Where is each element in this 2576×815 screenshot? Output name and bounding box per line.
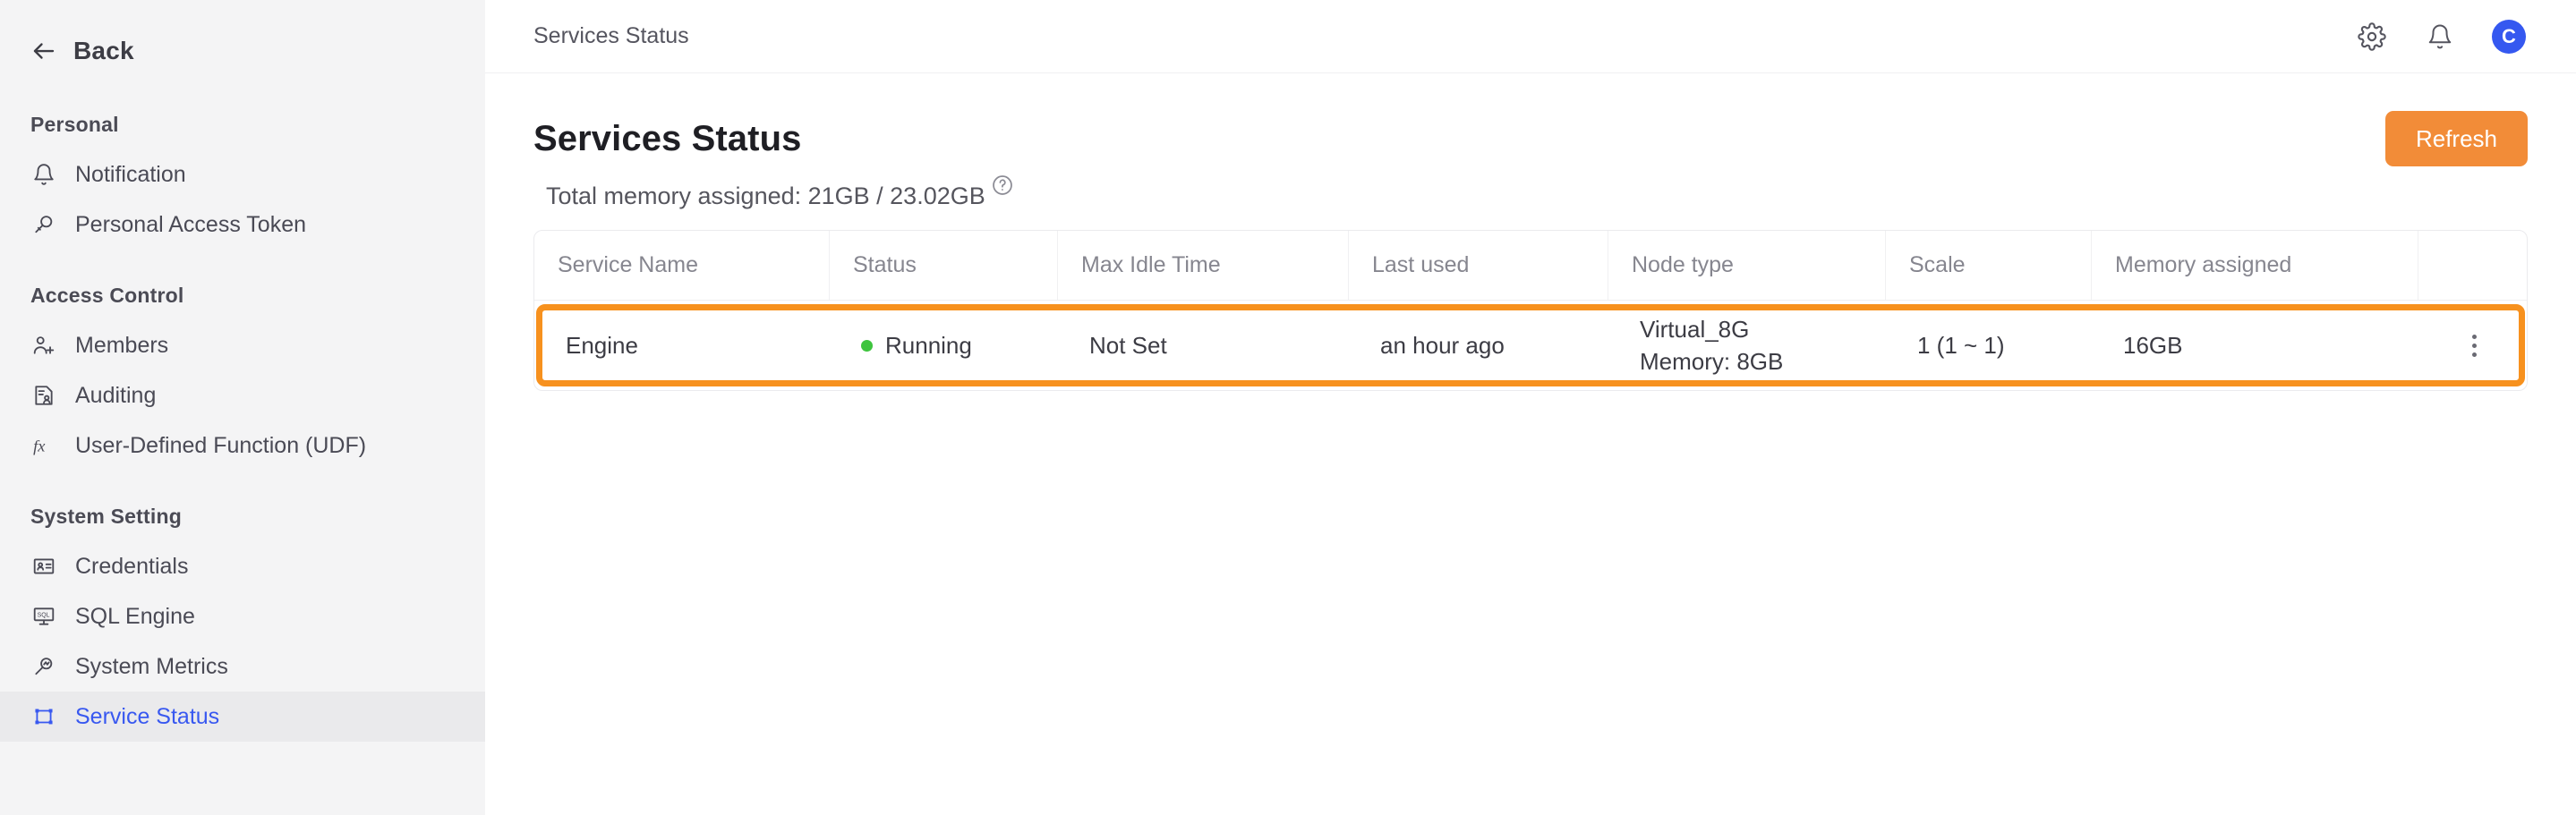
cell-node-type: Virtual_8G Memory: 8GB [1616,310,1894,380]
sidebar-item-label: Members [75,332,169,358]
sql-monitor-icon: SQL [30,603,57,630]
back-label: Back [73,37,134,64]
sidebar-item-members[interactable]: Members [0,320,485,370]
more-options-icon[interactable] [2467,329,2482,362]
sidebar-item-label: Notification [75,161,186,187]
cell-scale: 1 (1 ~ 1) [1917,331,2005,359]
column-header-status: Status [830,231,1058,300]
status-label: Running [885,331,972,359]
memory-summary: Total memory assigned: 21GB / 23.02GB [533,175,2528,210]
sidebar-item-label: Credentials [75,553,189,579]
main-area: Services Status C Services Status Refres… [485,0,2576,815]
column-header-last-used: Last used [1349,231,1608,300]
page-header: Services Status Refresh [533,73,2528,170]
metrics-magnifier-icon [30,653,57,680]
node-type-memory: Memory: 8GB [1640,347,1784,375]
key-search-icon [30,211,57,238]
sidebar-item-service-status[interactable]: Service Status [0,692,485,742]
sidebar-item-system-metrics[interactable]: System Metrics [0,641,485,692]
members-add-icon [30,332,57,359]
sidebar-item-label: Personal Access Token [75,211,307,237]
table-header-row: Service Name Status Max Idle Time Last u… [534,231,2527,301]
cell-max-idle-time: Not Set [1089,331,1167,359]
column-header-scale: Scale [1886,231,2092,300]
svg-text:fx: fx [33,437,46,455]
sidebar-item-label: SQL Engine [75,603,195,629]
node-type-name: Virtual_8G [1640,315,1750,343]
sidebar-item-label: User-Defined Function (UDF) [75,432,367,458]
column-header-memory-assigned: Memory assigned [2092,231,2418,300]
svg-text:SQL: SQL [38,612,50,618]
refresh-button[interactable]: Refresh [2384,111,2528,166]
cell-last-used: an hour ago [1380,331,1505,359]
sidebar-section-title-personal: Personal [30,113,119,136]
sidebar-item-sql-engine[interactable]: SQL SQL Engine [0,591,485,641]
page-content: Services Status Refresh Total memory ass… [485,73,2576,815]
cell-actions [2427,310,2519,380]
cell-memory-assigned: 16GB [2123,331,2183,359]
sidebar-item-credentials[interactable]: Credentials [0,541,485,591]
sidebar-item-label: Auditing [75,382,157,408]
memory-summary-text: Total memory assigned: 21GB / 23.02GB [546,183,985,209]
sidebar-item-label: System Metrics [75,653,228,679]
status-dot-icon [861,339,873,352]
column-header-max-idle-time: Max Idle Time [1058,231,1349,300]
gear-icon[interactable] [2356,21,2388,53]
sidebar-item-notification[interactable]: Notification [0,149,485,200]
fx-icon: fx [30,432,57,459]
app-root: Back Personal Notification Personal Acce… [0,0,2576,815]
topbar-actions: C [2356,19,2546,54]
cell-status: Running [838,310,1066,380]
help-circle-icon[interactable] [991,174,1014,197]
column-header-node-type: Node type [1608,231,1886,300]
id-card-icon [30,553,57,580]
sidebar-section-title-access-control: Access Control [30,284,184,307]
crop-frame-icon [30,703,57,730]
arrow-left-icon [30,38,57,64]
sidebar-item-personal-access-token[interactable]: Personal Access Token [0,200,485,250]
page-title: Services Status [533,118,802,158]
avatar[interactable]: C [2492,19,2526,54]
sidebar-section-title-system-setting: System Setting [30,505,182,528]
audit-document-icon [30,382,57,409]
table-body: Engine Running Not Set an hour ago Virtu… [534,301,2527,390]
sidebar-item-auditing[interactable]: Auditing [0,370,485,420]
column-header-service-name: Service Name [534,231,830,300]
top-bar: Services Status C [485,0,2576,73]
services-table: Service Name Status Max Idle Time Last u… [533,230,2528,391]
breadcrumb: Services Status [533,23,689,48]
bell-icon[interactable] [2424,21,2456,53]
table-row[interactable]: Engine Running Not Set an hour ago Virtu… [536,304,2525,386]
back-button[interactable]: Back [0,23,485,79]
sidebar-item-label: Service Status [75,703,220,729]
column-header-actions [2418,231,2527,300]
bell-icon [30,161,57,188]
sidebar: Back Personal Notification Personal Acce… [0,0,485,815]
sidebar-item-udf[interactable]: fx User-Defined Function (UDF) [0,420,485,471]
cell-service-name: Engine [566,331,638,359]
